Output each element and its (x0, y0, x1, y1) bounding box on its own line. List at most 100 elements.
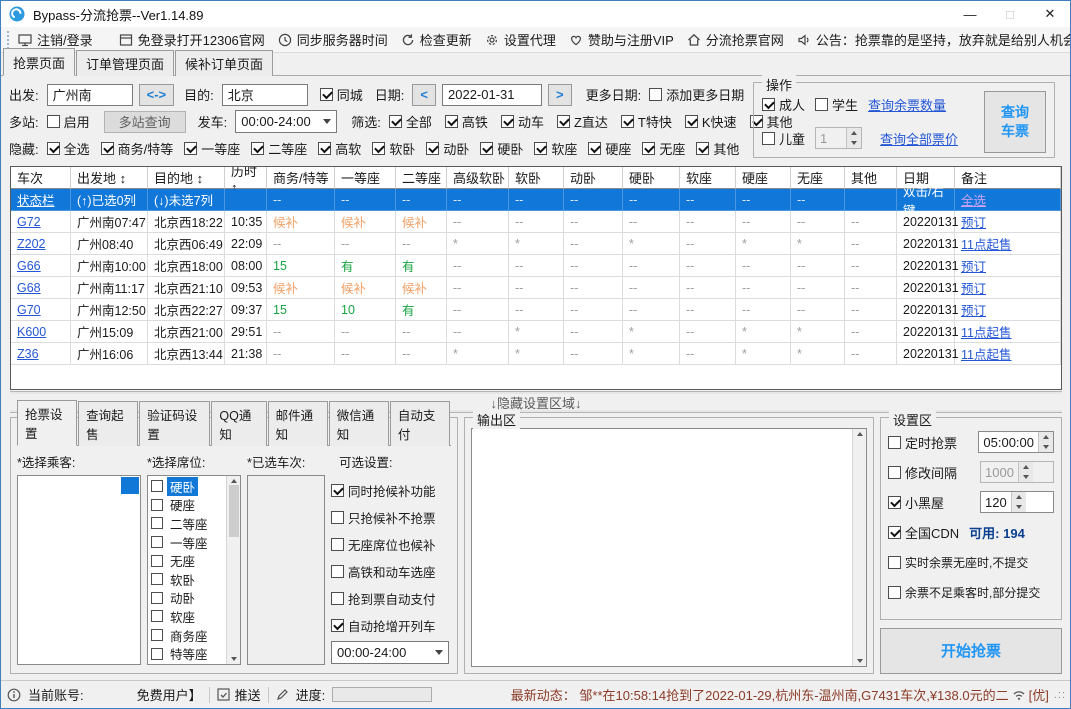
checkbox[interactable]: 动车 (500, 112, 544, 131)
checkbox[interactable]: Z直达 (556, 112, 608, 131)
multi-enable-checkbox[interactable]: 启用 (46, 112, 90, 131)
column-header[interactable]: 其他 (845, 167, 897, 189)
settings-tab[interactable]: 验证码设置 (139, 401, 211, 446)
seat-option[interactable]: 软座 (148, 607, 226, 626)
seat-list-scrollbar[interactable] (226, 476, 240, 664)
checkbox[interactable]: 软卧 (372, 139, 415, 158)
cell-link[interactable]: 预订 (955, 255, 1061, 277)
cell-link[interactable]: G66 (11, 255, 71, 277)
arrive-input[interactable]: 北京 (221, 83, 308, 106)
seat-option[interactable]: 硬卧 (148, 476, 226, 496)
stepper-arrows[interactable] (846, 128, 862, 148)
sponsor-vip-button[interactable]: 赞助与注册VIP (569, 30, 674, 49)
query-tickets-button[interactable]: 查询 车票 (984, 91, 1046, 153)
column-header[interactable]: 备注 (955, 167, 1061, 189)
official-site-button[interactable]: 分流抢票官网 (687, 30, 784, 49)
status-row-link[interactable]: 全选 (955, 189, 1061, 211)
cell-link[interactable]: 11点起售 (955, 321, 1061, 343)
seat-option[interactable]: 无座 (148, 551, 226, 570)
partial-submit-checkbox[interactable]: 余票不足乘客时,部分提交 (888, 584, 1040, 601)
checkbox[interactable]: 同时抢候补功能 (331, 477, 451, 504)
stepper-arrows[interactable] (1038, 432, 1053, 452)
checkbox[interactable]: 全部 (388, 112, 432, 131)
column-header[interactable]: 硬卧 (623, 167, 680, 189)
settings-tab[interactable]: 抢票设置 (17, 400, 78, 446)
stepper-arrows[interactable] (1017, 462, 1033, 482)
no-seat-no-submit-checkbox[interactable]: 实时余票无座时,不提交 (888, 554, 1028, 571)
cell-link[interactable]: 预订 (955, 299, 1061, 321)
cell-link[interactable]: 11点起售 (955, 233, 1061, 255)
page-tab[interactable]: 候补订单页面 (175, 50, 274, 76)
query-remaining-tickets-link[interactable]: 查询余票数量 (868, 95, 946, 114)
student-checkbox[interactable]: 学生 (815, 95, 858, 114)
cell-link[interactable]: G70 (11, 299, 71, 321)
checkbox[interactable]: 无座 (642, 139, 685, 158)
cell-link[interactable]: 预订 (955, 277, 1061, 299)
checkbox[interactable]: 一等座 (184, 139, 240, 158)
cell-link[interactable]: K600 (11, 321, 71, 343)
settings-tab[interactable]: 自动支付 (389, 401, 450, 446)
column-header[interactable]: 高级软卧 (447, 167, 509, 189)
checkbox[interactable]: 高软 (318, 139, 361, 158)
column-header[interactable]: 车次 (11, 167, 71, 189)
page-tab[interactable]: 订单管理页面 (76, 50, 175, 76)
cell-link[interactable]: Z202 (11, 233, 71, 255)
checkbox[interactable]: 全选 (46, 139, 90, 158)
depart-input[interactable]: 广州南 (46, 83, 133, 106)
depart-time-select[interactable]: 00:00-24:00 (235, 110, 338, 133)
seat-option[interactable]: 硬座 (148, 496, 226, 515)
query-all-prices-link[interactable]: 查询全部票价 (880, 129, 958, 148)
column-header[interactable]: 无座 (791, 167, 845, 189)
column-header[interactable]: 软卧 (509, 167, 564, 189)
seat-option[interactable]: 商务座 (148, 626, 226, 645)
next-date-button[interactable]: > (548, 83, 572, 106)
timed-grab-checkbox[interactable]: 定时抢票 (888, 433, 957, 452)
column-header[interactable]: 目的地 ↕ (148, 167, 225, 189)
sync-time-button[interactable]: 同步服务器时间 (278, 30, 388, 49)
close-button[interactable]: ✕ (1030, 1, 1070, 27)
same-city-checkbox[interactable]: 同城 (319, 85, 363, 104)
checkbox[interactable]: 硬卧 (480, 139, 523, 158)
maximize-button[interactable]: □ (990, 1, 1030, 27)
column-header[interactable]: 商务/特等 (267, 167, 335, 189)
add-more-dates-checkbox[interactable]: 添加更多日期 (649, 85, 744, 104)
output-scrollbar[interactable] (852, 429, 866, 666)
settings-tab[interactable]: QQ通知 (211, 401, 267, 446)
column-header[interactable]: 出发地 ↕ (71, 167, 148, 189)
grab-time-range-select[interactable]: 00:00-24:00 (331, 641, 449, 664)
resize-grip[interactable]: .:: (1054, 689, 1066, 701)
selected-trains-list[interactable] (247, 475, 325, 665)
checkbox[interactable]: 二等座 (251, 139, 307, 158)
national-cdn-checkbox[interactable]: 全国CDN (888, 523, 959, 542)
status-row-link[interactable]: 状态栏 (11, 189, 71, 211)
checkbox[interactable]: K快速 (684, 112, 737, 131)
blacklist-checkbox[interactable]: 小黑屋 (888, 493, 944, 512)
checkbox[interactable]: 硬座 (588, 139, 631, 158)
seat-option[interactable]: 动卧 (148, 589, 226, 608)
cell-link[interactable]: 11点起售 (955, 343, 1061, 365)
checkbox[interactable]: 自动抢增开列车 (331, 612, 451, 639)
adult-checkbox[interactable]: 成人 (762, 95, 805, 114)
column-header[interactable]: 硬座 (736, 167, 791, 189)
start-grab-button[interactable]: 开始抢票 (880, 628, 1062, 674)
column-header[interactable]: 历时 ↕ (225, 167, 267, 195)
timed-grab-time-stepper[interactable]: 05:00:00 (978, 431, 1054, 453)
checkbox[interactable]: 抢到票自动支付 (331, 585, 451, 612)
seat-option[interactable]: 软卧 (148, 570, 226, 589)
checkbox[interactable]: 动卧 (426, 139, 469, 158)
settings-tab[interactable]: 查询起售 (78, 401, 139, 446)
minimize-button[interactable]: — (950, 1, 990, 27)
column-header[interactable]: 二等座 (396, 167, 447, 189)
prev-date-button[interactable]: < (412, 83, 436, 106)
page-tab[interactable]: 抢票页面 (3, 48, 76, 76)
column-header[interactable]: 软座 (680, 167, 736, 189)
seat-option[interactable]: 特等座 (148, 644, 226, 663)
column-header[interactable]: 一等座 (335, 167, 396, 189)
checkbox[interactable]: 其他 (696, 139, 739, 158)
seat-option[interactable]: 二等座 (148, 514, 226, 533)
modify-interval-checkbox[interactable]: 修改间隔 (888, 463, 957, 482)
checkbox[interactable]: 只抢候补不抢票 (331, 504, 451, 531)
passenger-list[interactable] (17, 475, 141, 665)
logout-login-button[interactable]: 注销/登录 (18, 30, 93, 49)
check-update-button[interactable]: 检查更新 (401, 30, 472, 49)
